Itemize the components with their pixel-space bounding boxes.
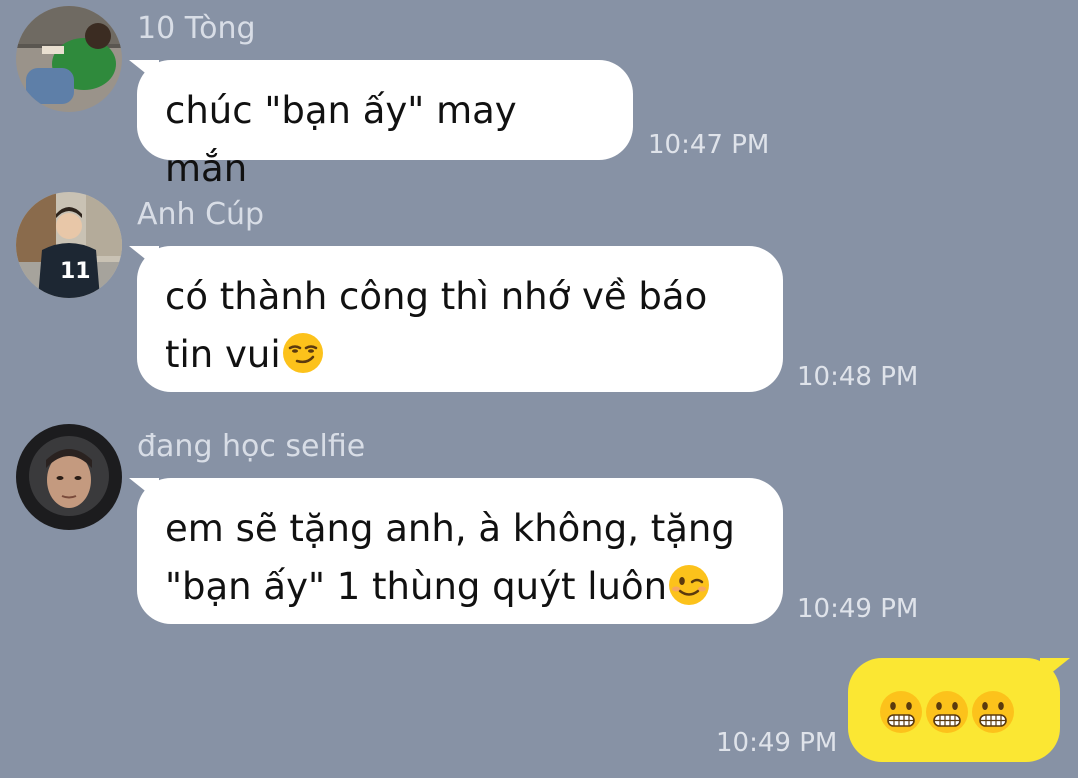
message-bubble-outgoing[interactable] bbox=[848, 658, 1060, 762]
grimacing-face-emoji bbox=[878, 689, 924, 735]
message-timestamp: 10:49 PM bbox=[797, 594, 919, 624]
message-text-line: "bạn ấy" 1 thùng quýt luôn bbox=[165, 565, 668, 608]
message-text-line: em sẽ tặng anh, à không, tặng bbox=[165, 507, 735, 550]
message-text: chúc "bạn ấy" may mắn bbox=[165, 89, 517, 190]
message-timestamp: 10:48 PM bbox=[797, 362, 919, 392]
avatar[interactable] bbox=[16, 6, 122, 112]
message-bubble[interactable]: chúc "bạn ấy" may mắn bbox=[137, 60, 633, 190]
message-text-line-with-emoji: "bạn ấy" 1 thùng quýt luôn bbox=[165, 558, 755, 616]
message-text-line-with-emoji: tin vui bbox=[165, 326, 755, 384]
sender-name: đang học selfie bbox=[137, 429, 366, 464]
grimacing-face-emoji bbox=[970, 689, 1016, 735]
message-bubble[interactable]: có thành công thì nhớ về báo tin vui bbox=[137, 246, 783, 392]
sender-name: 10 Tòng bbox=[137, 11, 256, 46]
winking-face-emoji bbox=[667, 563, 711, 607]
avatar[interactable]: 11 bbox=[16, 192, 122, 298]
sender-name: Anh Cúp bbox=[137, 197, 265, 232]
grimacing-face-emoji bbox=[924, 689, 970, 735]
message-text-line: có thành công thì nhớ về báo bbox=[165, 275, 708, 318]
message-bubble[interactable]: em sẽ tặng anh, à không, tặng "bạn ấy" 1… bbox=[137, 478, 783, 624]
avatar-photo-jersey-11: 11 bbox=[16, 192, 122, 298]
avatar-photo-hood bbox=[16, 424, 122, 530]
message-text-line: tin vui bbox=[165, 333, 281, 376]
message-timestamp: 10:47 PM bbox=[648, 130, 770, 160]
avatar-photo-green-sweater bbox=[16, 6, 122, 112]
message-timestamp: 10:49 PM bbox=[716, 728, 838, 758]
svg-text:11: 11 bbox=[60, 259, 91, 284]
avatar[interactable] bbox=[16, 424, 122, 530]
smirking-face-emoji bbox=[281, 331, 325, 375]
